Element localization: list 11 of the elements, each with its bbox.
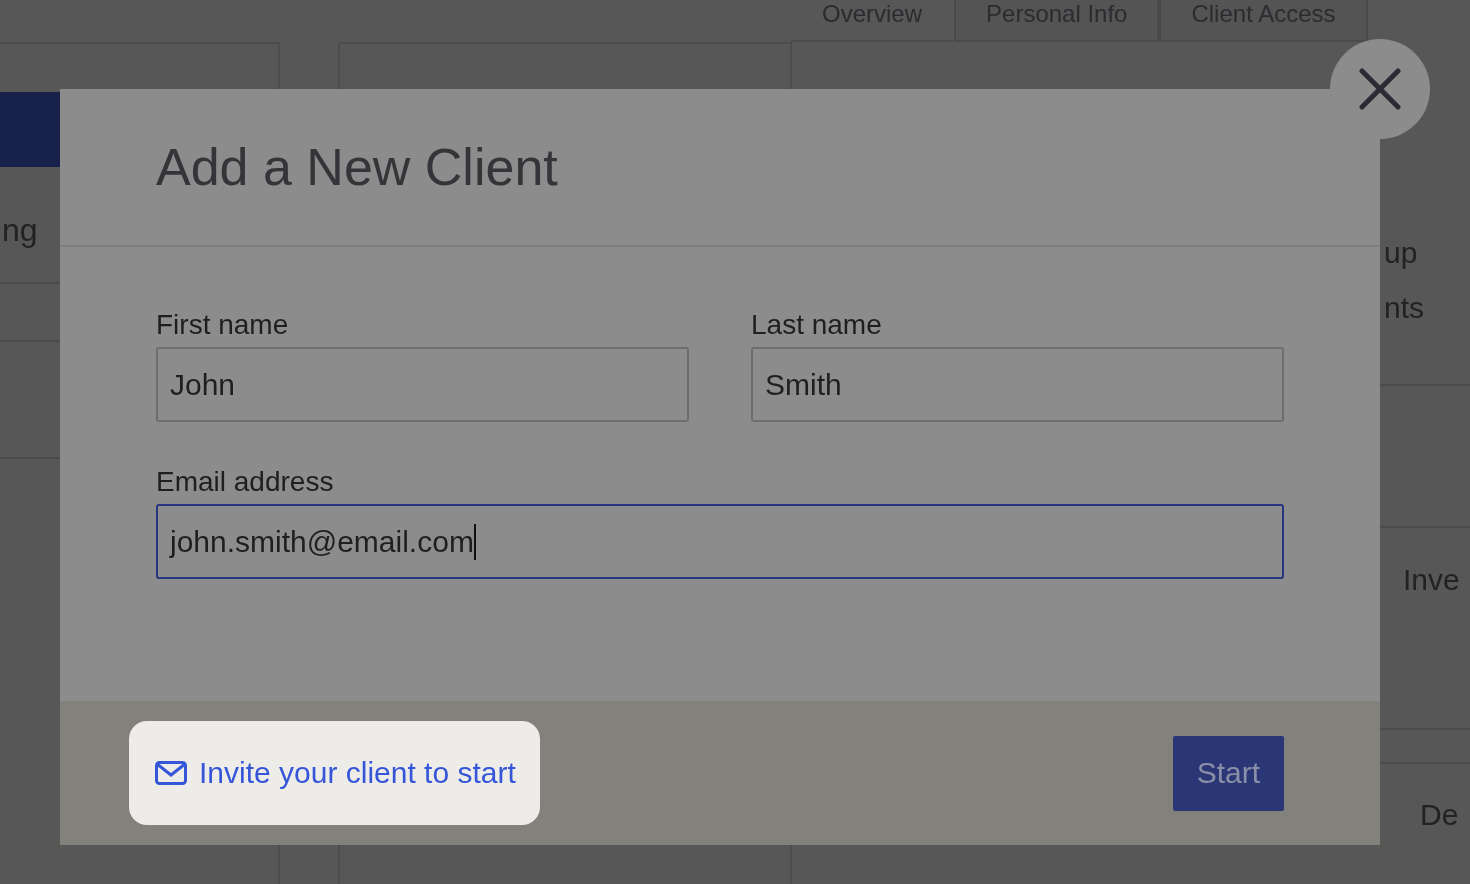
- field-label: First name: [156, 309, 289, 341]
- input-field[interactable]: Smith: [751, 347, 1284, 422]
- close-icon: [1359, 68, 1401, 110]
- input-field[interactable]: John: [156, 347, 689, 422]
- start-button[interactable]: Start: [1172, 735, 1284, 811]
- dialog-title: Add a New Client: [156, 137, 558, 197]
- field-label: Last name: [751, 309, 882, 341]
- invite-link[interactable]: Invite your client to start: [129, 721, 540, 825]
- envelope-icon: [155, 761, 187, 785]
- input-field[interactable]: john.smith@email.com: [156, 504, 1284, 579]
- field-label: Email address: [156, 466, 334, 498]
